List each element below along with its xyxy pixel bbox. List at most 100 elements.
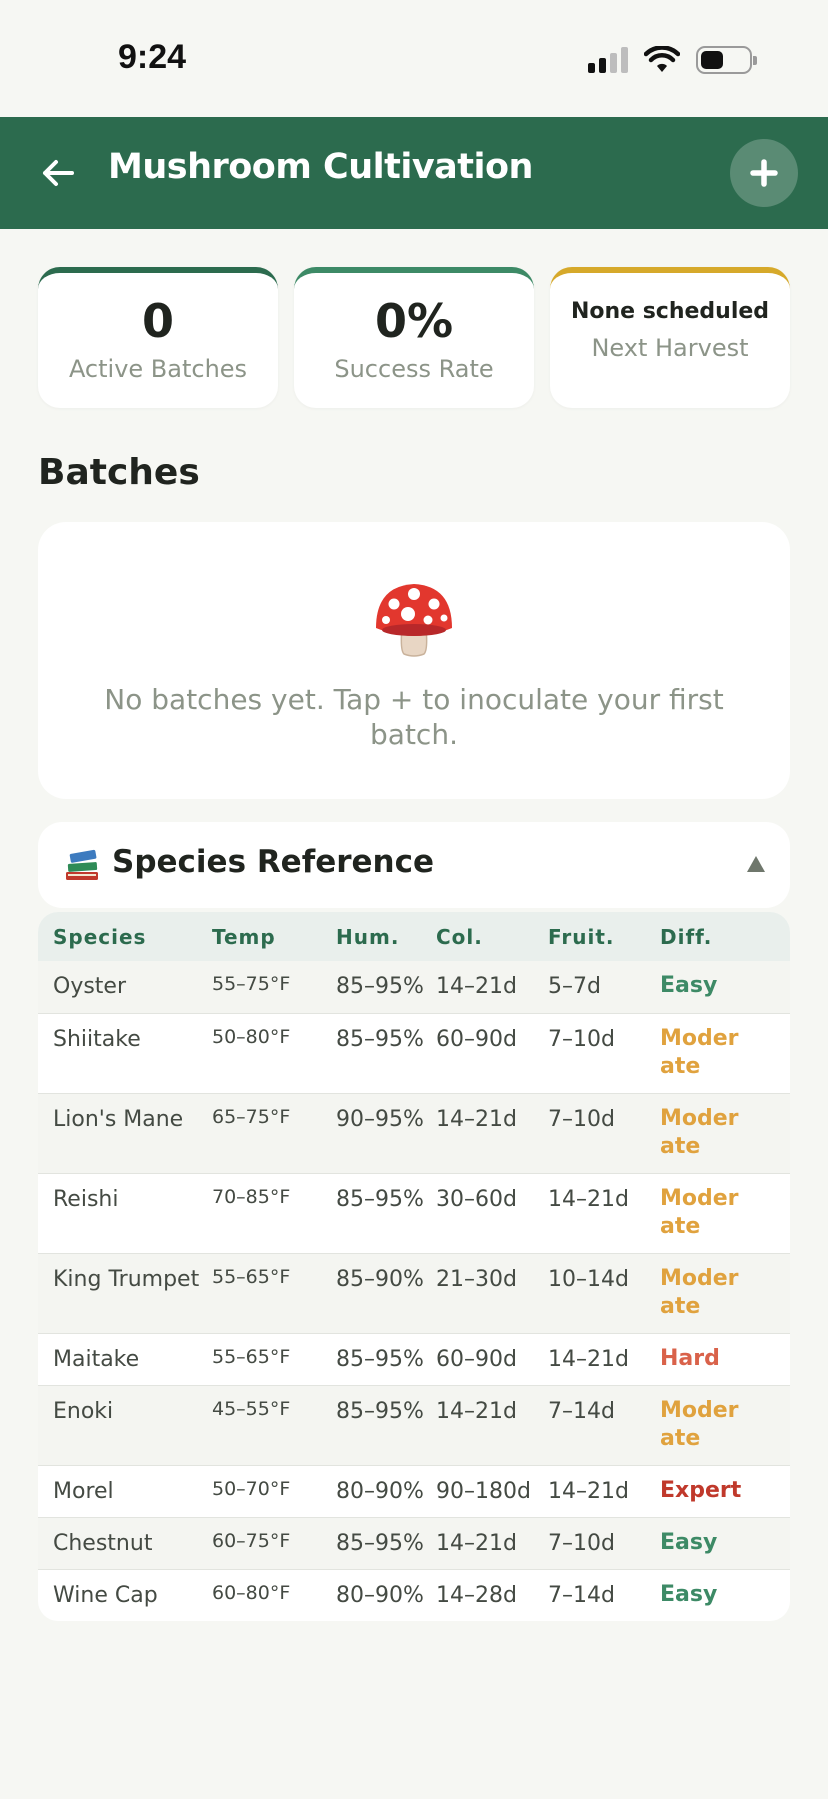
cell-diff: Moderate (660, 1266, 739, 1319)
cell-col: 90–180d (436, 1479, 531, 1504)
column-header: Temp (212, 924, 276, 949)
cell-species: King Trumpet (53, 1267, 200, 1292)
cell-hum: 80–90% (336, 1479, 424, 1504)
cell-fruit: 14–21d (548, 1479, 629, 1504)
add-batch-button[interactable] (730, 139, 798, 207)
cell-fruit: 5–7d (548, 974, 601, 999)
cell-temp: 65–75°F (212, 1106, 291, 1128)
cell-fruit: 14–21d (548, 1187, 629, 1212)
stat-value: 0 (141, 294, 174, 348)
status-bar: 9:24 (0, 0, 828, 117)
stat-card-active-batches: 0 Active Batches (38, 267, 278, 408)
stat-label: Next Harvest (591, 334, 749, 362)
cell-col: 14–21d (436, 1107, 517, 1132)
batches-section-title: Batches (38, 452, 200, 493)
status-icons (588, 46, 757, 74)
cell-hum: 90–95% (336, 1107, 424, 1132)
stat-label: Active Batches (68, 355, 248, 384)
cell-diff: Easy (660, 973, 718, 998)
table-row: Maitake 55–65°F 85–95% 60–90d 14–21d Hard (38, 1333, 790, 1385)
column-header: Diff. (660, 924, 713, 949)
cell-col: 30–60d (436, 1187, 517, 1212)
cell-col: 21–30d (436, 1267, 517, 1292)
stat-value: None scheduled (570, 299, 770, 324)
cell-species: Enoki (53, 1399, 114, 1424)
mushroom-icon (376, 584, 452, 657)
cell-species: Reishi (53, 1187, 119, 1212)
table-row: Lion's Mane 65–75°F 90–95% 14–21d 7–10d Moder… (38, 1093, 790, 1173)
cell-col: 14–21d (436, 1531, 517, 1556)
cell-col: 60–90d (436, 1027, 517, 1052)
species-reference-title: Species Reference (112, 844, 435, 880)
table-row: Reishi 70–85°F 85–95% 30–60d 14–21d Moderate (38, 1173, 790, 1253)
cell-diff: Moderate (660, 1398, 739, 1451)
cell-diff: Moderate (660, 1186, 739, 1239)
cell-diff: Easy (660, 1582, 718, 1607)
cell-hum: 85–95% (336, 974, 424, 999)
cell-hum: 85–90% (336, 1267, 424, 1292)
wifi-icon (644, 46, 680, 72)
species-reference-toggle[interactable]: Species Reference (38, 822, 790, 908)
cell-hum: 85–95% (336, 1187, 424, 1212)
batches-empty-state: No batches yet. Tap + to inoculate your … (38, 522, 790, 799)
cell-hum: 85–95% (336, 1027, 424, 1052)
empty-state-text: No batches yet. Tap + to inoculate your … (104, 683, 724, 751)
cell-species: Maitake (53, 1347, 140, 1372)
status-time: 9:24 (118, 38, 187, 76)
cell-fruit: 7–14d (548, 1583, 615, 1608)
cell-fruit: 14–21d (548, 1347, 629, 1372)
cell-hum: 80–90% (336, 1583, 424, 1608)
cell-diff: Moderate (660, 1106, 739, 1159)
cell-diff: Hard (660, 1346, 720, 1371)
cell-hum: 85–95% (336, 1399, 424, 1424)
cell-col: 14–21d (436, 974, 517, 999)
cell-species: Shiitake (53, 1027, 141, 1052)
cell-col: 14–28d (436, 1583, 517, 1608)
table-row: Oyster 55–75°F 85–95% 14–21d 5–7d Easy (38, 961, 790, 1013)
cell-fruit: 7–10d (548, 1107, 615, 1132)
cell-fruit: 7–14d (548, 1399, 615, 1424)
plus-icon (750, 159, 778, 187)
stat-label: Success Rate (334, 355, 494, 384)
table-row: Enoki 45–55°F 85–95% 14–21d 7–14d Moderate (38, 1385, 790, 1465)
cell-species: Wine Cap (53, 1583, 158, 1608)
cell-fruit: 10–14d (548, 1267, 629, 1292)
table-row: Chestnut 60–75°F 85–95% 14–21d 7–10d Easy (38, 1517, 790, 1569)
collapse-triangle-icon[interactable] (746, 854, 766, 874)
stat-value: 0% (374, 294, 454, 348)
cell-temp: 45–55°F (212, 1398, 291, 1420)
species-table: Species Temp Hum. Col. Fruit. Diff. Oyst… (38, 912, 790, 1621)
table-body: Oyster 55–75°F 85–95% 14–21d 5–7d Easy Shiitak… (38, 961, 790, 1621)
cell-temp: 60–80°F (212, 1582, 291, 1604)
table-row: Wine Cap 60–80°F 80–90% 14–28d 7–14d Easy (38, 1569, 790, 1621)
cell-temp: 70–85°F (212, 1186, 291, 1208)
cell-diff: Moderate (660, 1026, 739, 1079)
cell-col: 60–90d (436, 1347, 517, 1372)
table-row: Shiitake 50–80°F 85–95% 60–90d 7–10d Moderate (38, 1013, 790, 1093)
cell-fruit: 7–10d (548, 1531, 615, 1556)
signal-icon (588, 47, 628, 73)
cell-species: Chestnut (53, 1531, 153, 1556)
cell-diff: Expert (660, 1478, 742, 1503)
cell-temp: 55–75°F (212, 973, 291, 995)
app-bar: Mushroom Cultivation (0, 117, 828, 229)
column-header: Hum. (336, 924, 400, 949)
cell-species: Morel (53, 1479, 114, 1504)
cell-diff: Easy (660, 1530, 718, 1555)
cell-temp: 50–70°F (212, 1478, 291, 1500)
cell-col: 14–21d (436, 1399, 517, 1424)
cell-fruit: 7–10d (548, 1027, 615, 1052)
cell-hum: 85–95% (336, 1531, 424, 1556)
column-header: Fruit. (548, 924, 615, 949)
back-arrow-icon[interactable] (38, 153, 78, 193)
cell-temp: 55–65°F (212, 1346, 291, 1368)
table-row: King Trumpet 55–65°F 85–90% 21–30d 10–14d Mod… (38, 1253, 790, 1333)
stat-card-success-rate: 0% Success Rate (294, 267, 534, 408)
cell-species: Lion's Mane (53, 1107, 184, 1132)
table-header: Species Temp Hum. Col. Fruit. Diff. (38, 912, 790, 961)
battery-icon (696, 46, 757, 74)
cell-species: Oyster (53, 974, 127, 999)
table-row: Morel 50–70°F 80–90% 90–180d 14–21d Expert (38, 1465, 790, 1517)
cell-temp: 50–80°F (212, 1026, 291, 1048)
page-title: Mushroom Cultivation (108, 147, 533, 187)
